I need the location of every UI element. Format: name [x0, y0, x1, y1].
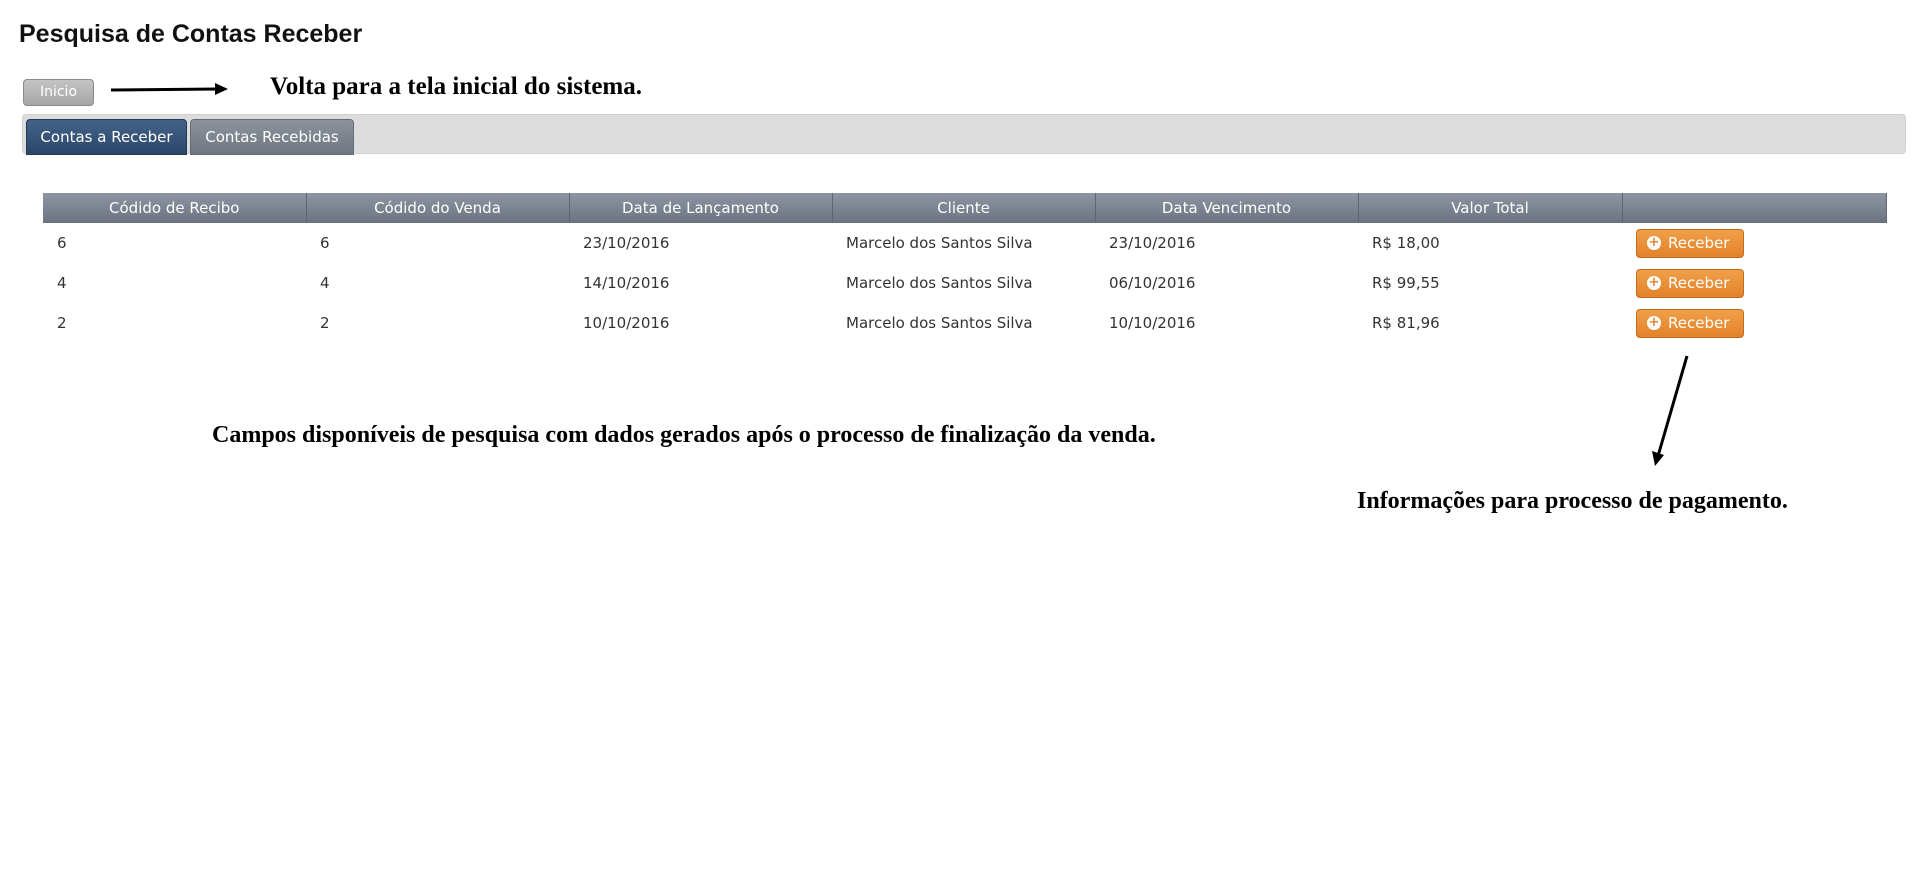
table-row: 4 4 14/10/2016 Marcelo dos Santos Silva … — [43, 263, 1886, 303]
column-header-lancamento[interactable]: Data de Lançamento — [569, 193, 833, 223]
column-header-cliente[interactable]: Cliente — [832, 193, 1096, 223]
cell-vencimento: 10/10/2016 — [1109, 314, 1196, 332]
cell-valor: R$ 18,00 — [1372, 234, 1440, 252]
cell-recibo: 2 — [57, 314, 67, 332]
cell-venda: 4 — [320, 274, 330, 292]
table-header-row: Códido de Recibo Códido do Venda Data de… — [43, 193, 1887, 223]
cell-action: + Receber — [1622, 263, 1886, 303]
tab-contas-a-receber[interactable]: Contas a Receber — [26, 119, 187, 155]
receber-button[interactable]: + Receber — [1636, 308, 1745, 338]
plus-circle-icon: + — [1647, 315, 1661, 330]
receber-button[interactable]: + Receber — [1636, 268, 1745, 298]
cell-recibo: 6 — [57, 234, 67, 252]
cell-cliente: Marcelo dos Santos Silva — [846, 314, 1033, 332]
column-header-recibo[interactable]: Códido de Recibo — [43, 193, 307, 223]
receber-label: Receber — [1668, 234, 1730, 252]
receber-label: Receber — [1668, 274, 1730, 292]
cell-cliente: Marcelo dos Santos Silva — [846, 234, 1033, 252]
contas-table: Códido de Recibo Códido do Venda Data de… — [43, 193, 1887, 343]
cell-valor: R$ 81,96 — [1372, 314, 1440, 332]
cell-lancamento: 14/10/2016 — [583, 274, 670, 292]
column-header-venda[interactable]: Códido do Venda — [306, 193, 570, 223]
cell-vencimento: 06/10/2016 — [1109, 274, 1196, 292]
cell-cliente: Marcelo dos Santos Silva — [846, 274, 1033, 292]
cell-venda: 6 — [320, 234, 330, 252]
receber-label: Receber — [1668, 314, 1730, 332]
tab-contas-recebidas[interactable]: Contas Recebidas — [190, 119, 354, 155]
column-header-valor[interactable]: Valor Total — [1358, 193, 1623, 223]
annotation-campos: Campos disponíveis de pesquisa com dados… — [212, 422, 1156, 448]
cell-action: + Receber — [1622, 223, 1886, 263]
table-row: 6 6 23/10/2016 Marcelo dos Santos Silva … — [43, 223, 1886, 263]
tab-bar: Contas a Receber Contas Recebidas — [22, 114, 1906, 155]
cell-venda: 2 — [320, 314, 330, 332]
column-header-vencimento[interactable]: Data Vencimento — [1095, 193, 1359, 223]
table-row: 2 2 10/10/2016 Marcelo dos Santos Silva … — [43, 303, 1886, 343]
cell-vencimento: 23/10/2016 — [1109, 234, 1196, 252]
cell-lancamento: 10/10/2016 — [583, 314, 670, 332]
cell-valor: R$ 99,55 — [1372, 274, 1440, 292]
annotation-info: Informações para processo de pagamento. — [1357, 488, 1788, 514]
annotation-inicio: Volta para a tela inicial do sistema. — [270, 73, 642, 100]
plus-circle-icon: + — [1647, 275, 1661, 290]
column-header-action — [1622, 193, 1887, 223]
plus-circle-icon: + — [1647, 235, 1661, 250]
receber-button[interactable]: + Receber — [1636, 228, 1745, 258]
cell-lancamento: 23/10/2016 — [583, 234, 670, 252]
cell-recibo: 4 — [57, 274, 67, 292]
cell-action: + Receber — [1622, 303, 1886, 343]
